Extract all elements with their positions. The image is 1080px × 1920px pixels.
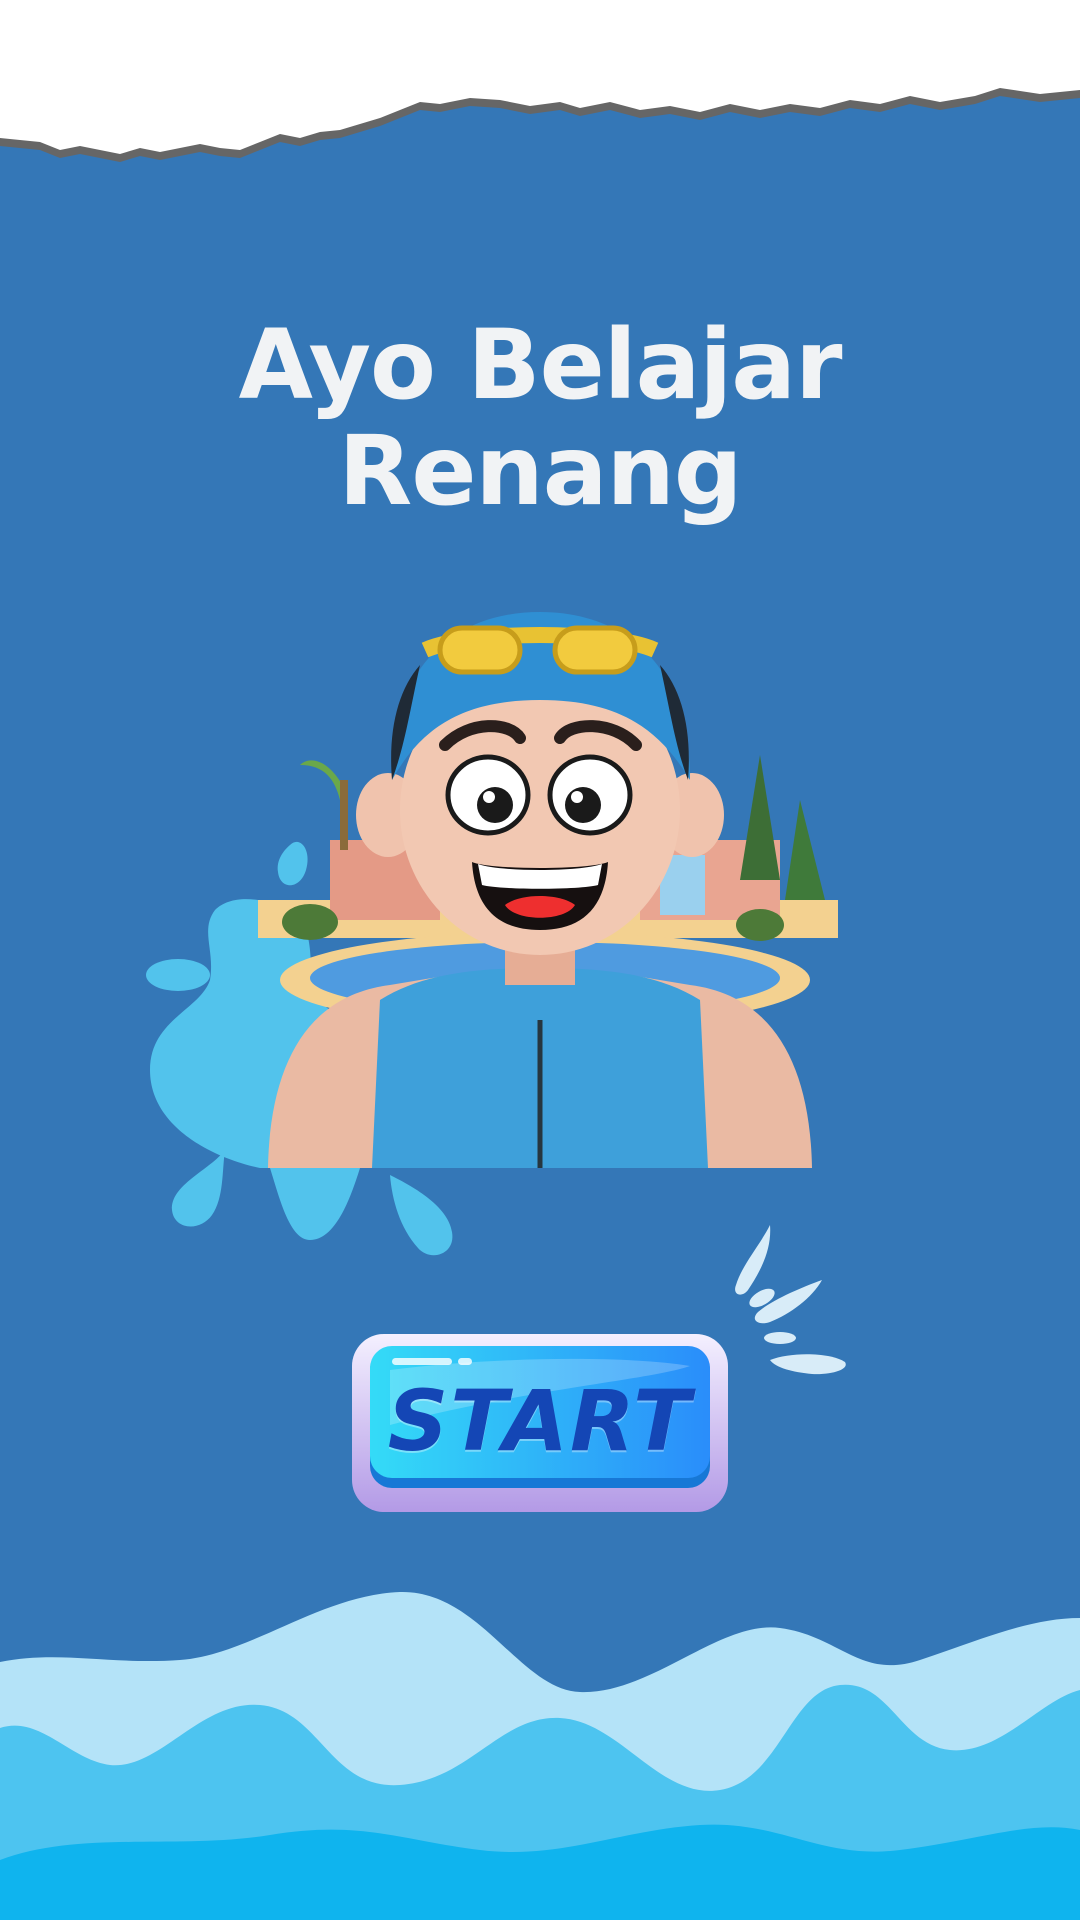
- bottom-waves: [0, 1591, 1080, 1920]
